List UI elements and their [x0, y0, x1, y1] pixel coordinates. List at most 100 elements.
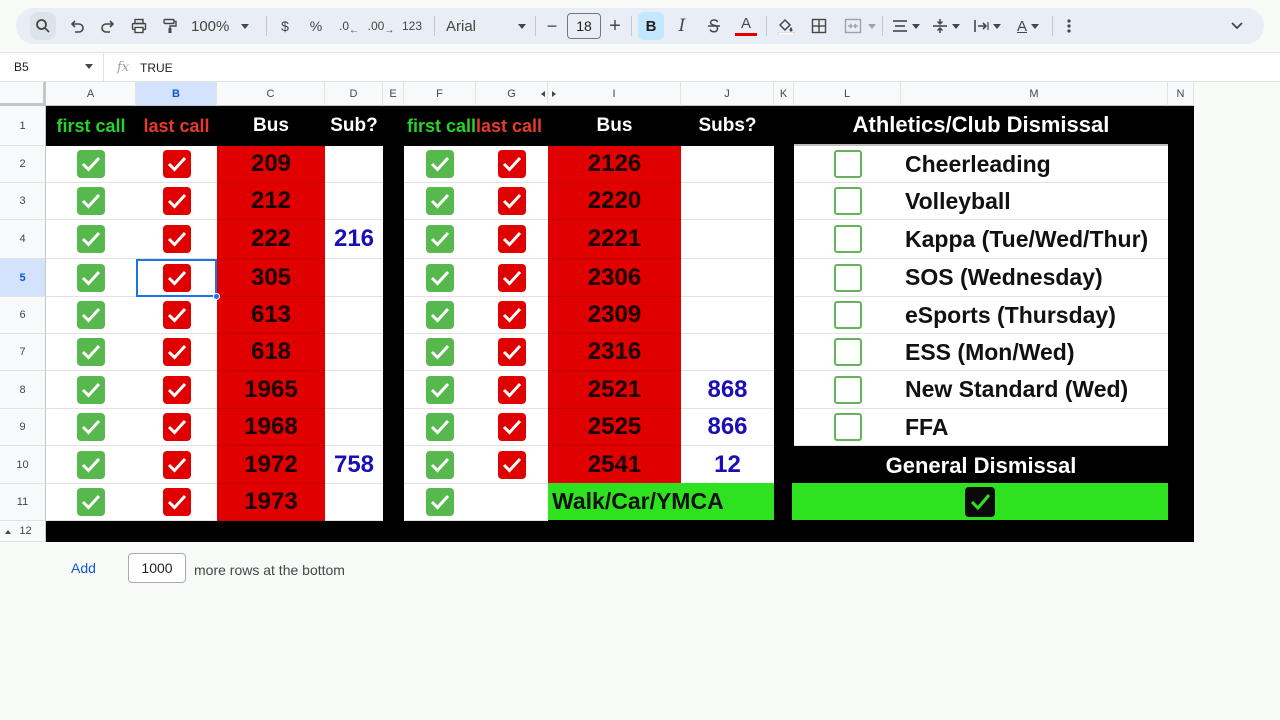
column-header-m[interactable]: M [901, 82, 1168, 106]
first-call-2-cell-row-2[interactable] [404, 146, 476, 183]
last-call-cell-row-10[interactable] [136, 446, 217, 484]
font-family-select[interactable]: Arial [446, 14, 526, 38]
athletics-checkbox[interactable] [833, 225, 862, 253]
more-formats-button[interactable]: 123 [400, 14, 424, 38]
athletics-item[interactable]: ESS (Mon/Wed) [901, 334, 1168, 371]
row-header-5[interactable]: 5 [0, 259, 46, 297]
zoom-select[interactable]: 100% [191, 14, 257, 38]
first-call-2-checkbox[interactable] [426, 150, 454, 178]
add-rows-button[interactable]: Add [71, 560, 96, 576]
bus-2-number-cell[interactable]: 2306 [548, 259, 681, 297]
paint-format-button[interactable] [159, 14, 181, 38]
subs-2-cell[interactable]: 866 [681, 409, 774, 446]
column-header-b[interactable]: B [136, 82, 217, 106]
row-header-8[interactable]: 8 [0, 371, 46, 409]
first-call-checkbox[interactable] [77, 413, 105, 441]
last-call-2-checkbox[interactable] [498, 187, 526, 215]
last-call-2-cell-row-9[interactable] [476, 409, 548, 446]
athletics-item[interactable]: Volleyball [901, 183, 1168, 220]
last-call-checkbox[interactable] [162, 338, 191, 366]
subs-2-cell[interactable] [681, 220, 774, 259]
first-call-checkbox[interactable] [77, 488, 105, 516]
last-call-2-cell-row-5[interactable] [476, 259, 548, 297]
first-call-2-cell-row-11[interactable] [404, 484, 476, 521]
athletics-checkbox[interactable] [833, 150, 862, 178]
first-call-cell-row-4[interactable] [46, 220, 136, 259]
first-call-2-checkbox[interactable] [426, 413, 454, 441]
column-header-j[interactable]: J [681, 82, 774, 106]
athletics-checkbox-cell[interactable] [794, 371, 901, 409]
percent-format-button[interactable]: % [306, 14, 326, 38]
text-wrapping-button[interactable] [970, 14, 1004, 38]
bus-number-cell[interactable]: 222 [217, 220, 325, 259]
bus-2-number-cell[interactable]: 2525 [548, 409, 681, 446]
subs-2-cell[interactable] [681, 259, 774, 297]
last-call-2-cell-row-2[interactable] [476, 146, 548, 183]
last-call-2-checkbox[interactable] [498, 375, 526, 404]
last-call-cell-row-2[interactable] [136, 146, 217, 183]
athletics-checkbox-cell[interactable] [794, 409, 901, 446]
last-call-cell-row-11[interactable] [136, 484, 217, 521]
header-last-call[interactable]: last call [136, 106, 217, 146]
bus-number-cell[interactable]: 613 [217, 297, 325, 334]
sub-bus-cell[interactable] [325, 183, 383, 220]
first-call-cell-row-10[interactable] [46, 446, 136, 484]
subs-2-cell[interactable] [681, 334, 774, 371]
bus-number-cell[interactable]: 1965 [217, 371, 325, 409]
first-call-2-checkbox[interactable] [426, 187, 454, 215]
last-call-cell-row-3[interactable] [136, 183, 217, 220]
last-call-cell-row-9[interactable] [136, 409, 217, 446]
first-call-checkbox[interactable] [77, 450, 105, 479]
subs-2-cell[interactable] [681, 183, 774, 220]
column-header-n[interactable]: N [1168, 82, 1194, 106]
header-subs-2[interactable]: Subs? [681, 106, 774, 146]
last-call-checkbox[interactable] [162, 150, 191, 178]
print-button[interactable] [128, 14, 150, 38]
first-call-2-checkbox[interactable] [426, 375, 454, 404]
column-header-c[interactable]: C [217, 82, 325, 106]
last-call-2-cell-row-4[interactable] [476, 220, 548, 259]
text-rotation-button[interactable]: A [1012, 14, 1044, 38]
sub-bus-cell[interactable] [325, 409, 383, 446]
subs-2-cell[interactable] [681, 146, 774, 183]
row-header-7[interactable]: 7 [0, 334, 46, 371]
sub-bus-cell[interactable] [325, 259, 383, 297]
horizontal-align-button[interactable] [890, 14, 922, 38]
last-call-cell-row-5[interactable] [136, 259, 217, 297]
last-call-checkbox[interactable] [162, 375, 191, 404]
bus-2-number-cell[interactable]: 2521 [548, 371, 681, 409]
last-call-checkbox[interactable] [162, 450, 191, 479]
last-call-checkbox[interactable] [162, 301, 191, 329]
sub-bus-cell[interactable] [325, 297, 383, 334]
collapse-row-icon[interactable] [5, 530, 11, 534]
general-dismissal-cell[interactable] [792, 483, 1168, 520]
first-call-2-checkbox[interactable] [426, 450, 454, 479]
last-call-checkbox[interactable] [162, 187, 191, 215]
subs-2-cell[interactable] [681, 297, 774, 334]
first-call-cell-row-9[interactable] [46, 409, 136, 446]
row-header-2[interactable]: 2 [0, 146, 46, 183]
athletics-checkbox[interactable] [833, 375, 862, 404]
bus-2-number-cell[interactable]: 2221 [548, 220, 681, 259]
last-call-cell-row-8[interactable] [136, 371, 217, 409]
athletics-checkbox-cell[interactable] [794, 334, 901, 371]
header-bus[interactable]: Bus [217, 106, 325, 146]
first-call-cell-row-6[interactable] [46, 297, 136, 334]
bus-number-cell[interactable]: 1968 [217, 409, 325, 446]
row-header-3[interactable]: 3 [0, 183, 46, 220]
last-call-2-checkbox[interactable] [498, 225, 526, 253]
bus-2-number-cell[interactable]: 2126 [548, 146, 681, 183]
first-call-2-checkbox[interactable] [426, 225, 454, 253]
row-header-4[interactable]: 4 [0, 220, 46, 259]
last-call-checkbox[interactable] [162, 488, 191, 516]
first-call-checkbox[interactable] [77, 187, 105, 215]
fill-color-button[interactable] [775, 14, 797, 38]
bus-number-cell[interactable]: 618 [217, 334, 325, 371]
column-header-g[interactable]: G [476, 82, 548, 106]
row-header-9[interactable]: 9 [0, 409, 46, 446]
first-call-cell-row-8[interactable] [46, 371, 136, 409]
header-general-dismissal[interactable]: General Dismissal [794, 448, 1168, 484]
bus-2-number-cell[interactable]: 2541 [548, 446, 681, 484]
decrease-decimal-button[interactable]: .0 ← [336, 14, 362, 38]
formula-input[interactable]: TRUE [140, 61, 173, 75]
